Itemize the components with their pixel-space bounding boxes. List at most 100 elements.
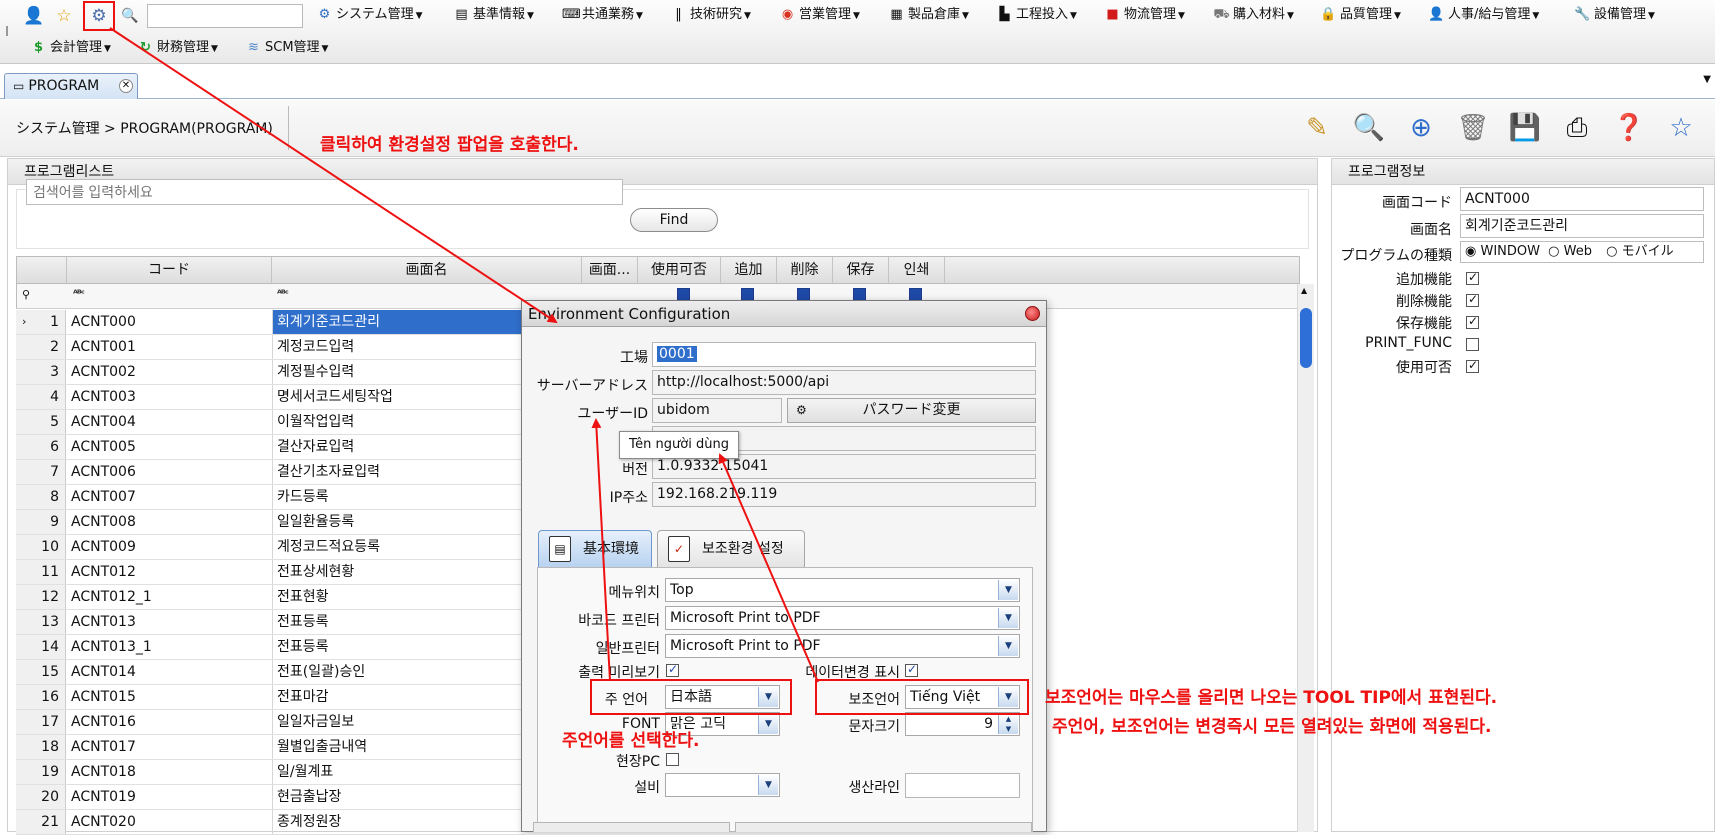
menu-sales[interactable]: ◉ 営業管理 ▼ <box>779 4 860 26</box>
text-filter-icon[interactable]: ᴬᴮᶜ <box>73 289 85 300</box>
table-row[interactable]: 18 ACNT017 월별입출금내역 <box>16 735 525 760</box>
usable-checkbox[interactable] <box>1466 358 1479 373</box>
menu-position-select[interactable]: Top ▼ <box>665 578 1020 602</box>
table-row[interactable]: 9 ACNT008 일일환율등록 <box>16 510 525 535</box>
table-row[interactable]: 7 ACNT006 결산기초자료입력 <box>16 460 525 485</box>
annotation-sub-language-tooltip: 보조언어는 마우스를 올리면 나오는 TOOL TIP에서 표현된다. <box>1045 688 1498 708</box>
add-function-checkbox[interactable] <box>1466 270 1479 285</box>
column-header-usable[interactable]: 使用可否 <box>638 257 721 283</box>
table-row[interactable]: 6 ACNT005 결산자료입력 <box>16 435 525 460</box>
table-row[interactable]: 14 ACNT013_1 전표등록 <box>16 635 525 660</box>
table-row[interactable]: 8 ACNT007 카드등록 <box>16 485 525 510</box>
menu-hr-payroll[interactable]: 👤 人事/給与管理 ▼ <box>1428 4 1539 26</box>
menu-search-input[interactable] <box>147 4 303 28</box>
font-size-stepper[interactable]: 9 ▲ ▼ <box>905 712 1020 736</box>
delete-function-checkbox[interactable] <box>1466 292 1479 307</box>
user-profile-icon[interactable]: 👤 <box>22 4 46 28</box>
table-row[interactable]: 17 ACNT016 일일자금일보 <box>16 710 525 735</box>
close-icon[interactable] <box>1025 306 1040 321</box>
menu-common-work[interactable]: ⌨共通業務 ▼ <box>562 4 643 26</box>
table-row[interactable]: 5 ACNT004 이월작업입력 <box>16 410 525 435</box>
new-document-icon[interactable]: ✎ <box>1297 108 1337 148</box>
radio-window[interactable]: ◉ WINDOW <box>1465 244 1540 259</box>
equipment-select[interactable]: ▼ <box>665 773 780 797</box>
table-row[interactable]: 21 ACNT020 종계정원장 <box>16 810 525 835</box>
change-password-button[interactable]: ⚙ パスワード変更 <box>787 398 1036 423</box>
table-row[interactable]: 16 ACNT015 전표마감 <box>16 685 525 710</box>
table-row[interactable]: 3 ACNT002 계정필수입력 <box>16 360 525 385</box>
table-row[interactable]: 10 ACNT009 계정코드적요등록 <box>16 535 525 560</box>
save-floppy-icon[interactable]: 💾 <box>1505 108 1545 148</box>
search-menu-icon[interactable]: 🔍 <box>118 4 142 28</box>
barcode-printer-select[interactable]: Microsoft Print to PDF ▼ <box>665 606 1020 630</box>
scroll-up-icon[interactable]: ▲ <box>1301 286 1307 295</box>
menu-product-warehouse[interactable]: ▦ 製品倉庫 ▼ <box>888 4 969 26</box>
search-toolbar-icon[interactable]: 🔍 <box>1349 108 1389 148</box>
menu-system[interactable]: ⚙ システム管理 ▼ <box>316 4 423 26</box>
production-line-field[interactable] <box>905 773 1020 798</box>
server-address-field[interactable]: http://localhost:5000/api <box>652 370 1036 395</box>
radio-web[interactable]: ○ Web <box>1548 244 1592 259</box>
tab-list-dropdown-icon[interactable]: ▼ <box>1703 74 1711 85</box>
favorite-star-icon[interactable]: ☆ <box>52 4 76 28</box>
add-toolbar-icon[interactable]: ⊕ <box>1401 108 1441 148</box>
table-row[interactable]: 20 ACNT019 현금출납장 <box>16 785 525 810</box>
program-search-input[interactable] <box>26 179 623 205</box>
user-id-field[interactable]: ubidom <box>652 398 782 423</box>
table-row[interactable]: 13 ACNT013 전표등록 <box>16 610 525 635</box>
menu-equipment[interactable]: 🔧 設備管理 ▼ <box>1574 4 1655 26</box>
screen-code-label: 画面コード <box>1382 195 1452 211</box>
table-row[interactable]: 4 ACNT003 명세서코드세팅작업 <box>16 385 525 410</box>
print-function-checkbox[interactable] <box>1466 338 1479 351</box>
text-filter-icon[interactable]: ᴬᴮᶜ <box>277 289 289 300</box>
print-icon[interactable]: ⎙ <box>1557 108 1597 148</box>
column-header-code[interactable]: コード <box>67 257 272 283</box>
stepper-arrows-icon[interactable]: ▲ ▼ <box>998 714 1018 734</box>
table-row[interactable]: 11 ACNT012 전표상세현황 <box>16 560 525 585</box>
close-tab-icon[interactable]: ✕ <box>119 79 133 93</box>
general-printer-select[interactable]: Microsoft Print to PDF ▼ <box>665 634 1020 658</box>
table-row[interactable]: 12 ACNT012_1 전표현황 <box>16 585 525 610</box>
factory-field[interactable]: 0001 <box>652 342 1036 367</box>
radio-mobile[interactable]: ○ モバイル <box>1606 244 1674 259</box>
menu-accounting[interactable]: $ 会計管理 ▼ <box>30 37 111 59</box>
bookmark-star-icon[interactable]: ☆ <box>1661 108 1701 148</box>
menu-tech-research[interactable]: ‖ 技術研究 ▼ <box>670 4 751 26</box>
tab-basic-environment[interactable]: ▤ 基本環境 <box>538 530 652 568</box>
column-header-add[interactable]: 追加 <box>721 257 777 283</box>
column-header-screen-name[interactable]: 画面名 <box>272 257 582 283</box>
dialog-footer-button[interactable] <box>533 822 730 832</box>
table-row[interactable]: 2 ACNT001 계정코드입력 <box>16 335 525 360</box>
help-icon[interactable]: ❓ <box>1609 108 1649 148</box>
table-row[interactable]: 19 ACNT018 일/월계표 <box>16 760 525 785</box>
field-pc-checkbox[interactable] <box>666 753 679 766</box>
screen-code-field[interactable]: ACNT000 <box>1460 187 1704 211</box>
menu-scm[interactable]: ≋ SCM管理 ▼ <box>245 37 328 59</box>
data-change-checkbox[interactable] <box>905 662 918 677</box>
menu-basic-info[interactable]: ▤ 基準情報 ▼ <box>453 4 534 26</box>
delete-trash-icon[interactable]: 🗑 <box>1453 108 1493 148</box>
menu-purchase-material[interactable]: ⛟ 購入材料 ▼ <box>1213 4 1294 26</box>
column-header-screen-type[interactable]: 画面... <box>582 257 638 283</box>
tab-sub-environment[interactable]: ✓ 보조환경 설정 <box>657 530 805 568</box>
menu-logistics[interactable]: ■ 物流管理 ▼ <box>1104 4 1185 26</box>
scrollbar-thumb[interactable] <box>1300 308 1312 368</box>
menu-process-input[interactable]: ▙ 工程投入 ▼ <box>996 4 1077 26</box>
tab-program[interactable]: ▭ PROGRAM ✕ <box>4 73 138 99</box>
annotation-click-settings: 클릭하여 환경설정 팝업을 호출한다. <box>320 135 579 155</box>
table-row[interactable]: › 1 ACNT000 회계기준코드관리 <box>16 310 525 335</box>
print-preview-checkbox[interactable] <box>666 662 679 677</box>
dialog-footer-button[interactable] <box>735 822 1032 832</box>
table-row[interactable]: 15 ACNT014 전표(일괄)승인 <box>16 660 525 685</box>
menu-finance[interactable]: ↻ 財務管理 ▼ <box>137 37 218 59</box>
column-header-print[interactable]: 인쇄 <box>889 257 945 283</box>
column-header-delete[interactable]: 削除 <box>777 257 833 283</box>
menu-quality[interactable]: 🔒 品質管理 ▼ <box>1320 4 1401 26</box>
find-button[interactable]: Find <box>630 208 718 232</box>
row-number: 20 <box>16 785 66 809</box>
screen-name-field[interactable]: 회계기준코드관리 <box>1460 214 1704 238</box>
vertical-scrollbar[interactable]: ▲ <box>1297 284 1314 832</box>
column-header-save[interactable]: 保存 <box>833 257 889 283</box>
general-printer-label: 일반프린터 <box>595 641 660 657</box>
save-function-checkbox[interactable] <box>1466 314 1479 329</box>
